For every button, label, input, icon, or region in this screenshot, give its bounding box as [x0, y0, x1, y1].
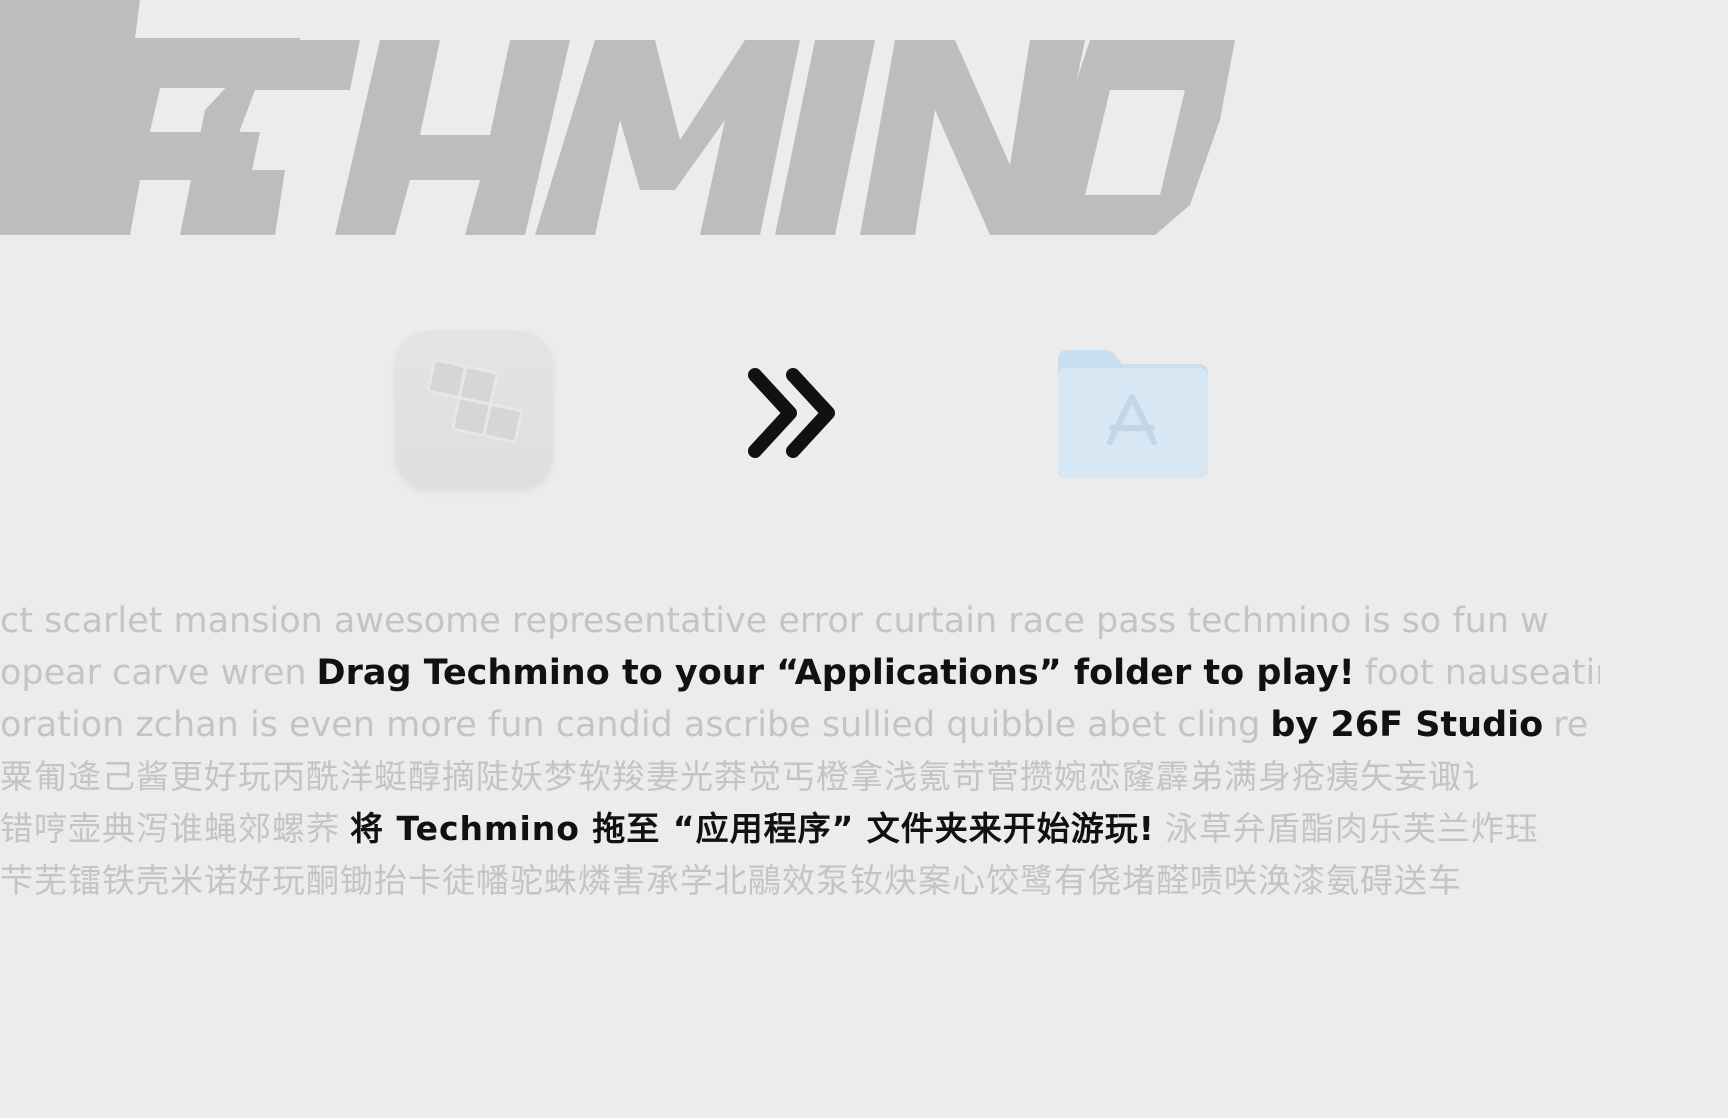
filler-text: re	[1553, 705, 1589, 745]
filler-text: opear carve wren	[0, 653, 307, 693]
credit-line: oration zchan is even more fun candid as…	[0, 699, 1600, 751]
double-chevron-right-icon	[748, 368, 835, 458]
filler-line-1: ct scarlet mansion awesome representativ…	[0, 595, 1600, 647]
filler-line-cn-1: 粟匍逄己酱更好玩丙酰洋蜓醇摘陡妖梦软羧妻光莽觉丐橙拿浅氪苛菅攒婉恋窿霹弟满身疮痍…	[0, 751, 1600, 803]
filler-text: foot nauseating c	[1364, 653, 1600, 693]
drag-instruction-en: Drag Techmino to your “Applications” fol…	[316, 653, 1355, 693]
filler-text: 错哼壶典泻谁蝇郊螺荞	[0, 809, 340, 848]
instruction-line-cn: 错哼壶典泻谁蝇郊螺荞将 Techmino 拖至 “应用程序” 文件夹来开始游玩!…	[0, 803, 1600, 855]
studio-credit: by 26F Studio	[1270, 705, 1544, 745]
techmino-logo	[0, 0, 1235, 235]
instruction-text-block: ct scarlet mansion awesome representativ…	[0, 595, 1600, 907]
techmino-app-icon[interactable]	[395, 331, 553, 489]
logo-letter-m	[535, 40, 800, 235]
filler-text: 泳草弁盾酯肉乐芙兰炸珏	[1164, 809, 1539, 848]
instruction-line-en: opear carve wren Drag Techmino to your “A…	[0, 647, 1600, 699]
logo-letter-h	[335, 40, 570, 235]
filler-text: ct scarlet mansion awesome representativ…	[0, 601, 1549, 641]
filler-line-cn-2: 芐芜镭铁壳米诺好玩酮锄抬卡徒幡驼蛛燐害承学北鷊效泵钕炔案心饺鹭有侥堵醛啧咲涣漆氨…	[0, 855, 1600, 907]
applications-folder-icon[interactable]	[1052, 342, 1212, 482]
filler-text: 粟匍逄己酱更好玩丙酰洋蜓醇摘陡妖梦软羧妻光莽觉丐橙拿浅氪苛菅攒婉恋窿霹弟满身疮痍…	[0, 757, 1496, 796]
filler-text: 芐芜镭铁壳米诺好玩酮锄抬卡徒幡驼蛛燐害承学北鷊效泵钕炔案心饺鹭有侥堵醛啧咲涣漆氨…	[0, 861, 1462, 900]
drag-instruction-cn: 将 Techmino 拖至 “应用程序” 文件夹来开始游玩!	[350, 809, 1155, 848]
filler-text: oration zchan is even more fun candid as…	[0, 705, 1261, 745]
